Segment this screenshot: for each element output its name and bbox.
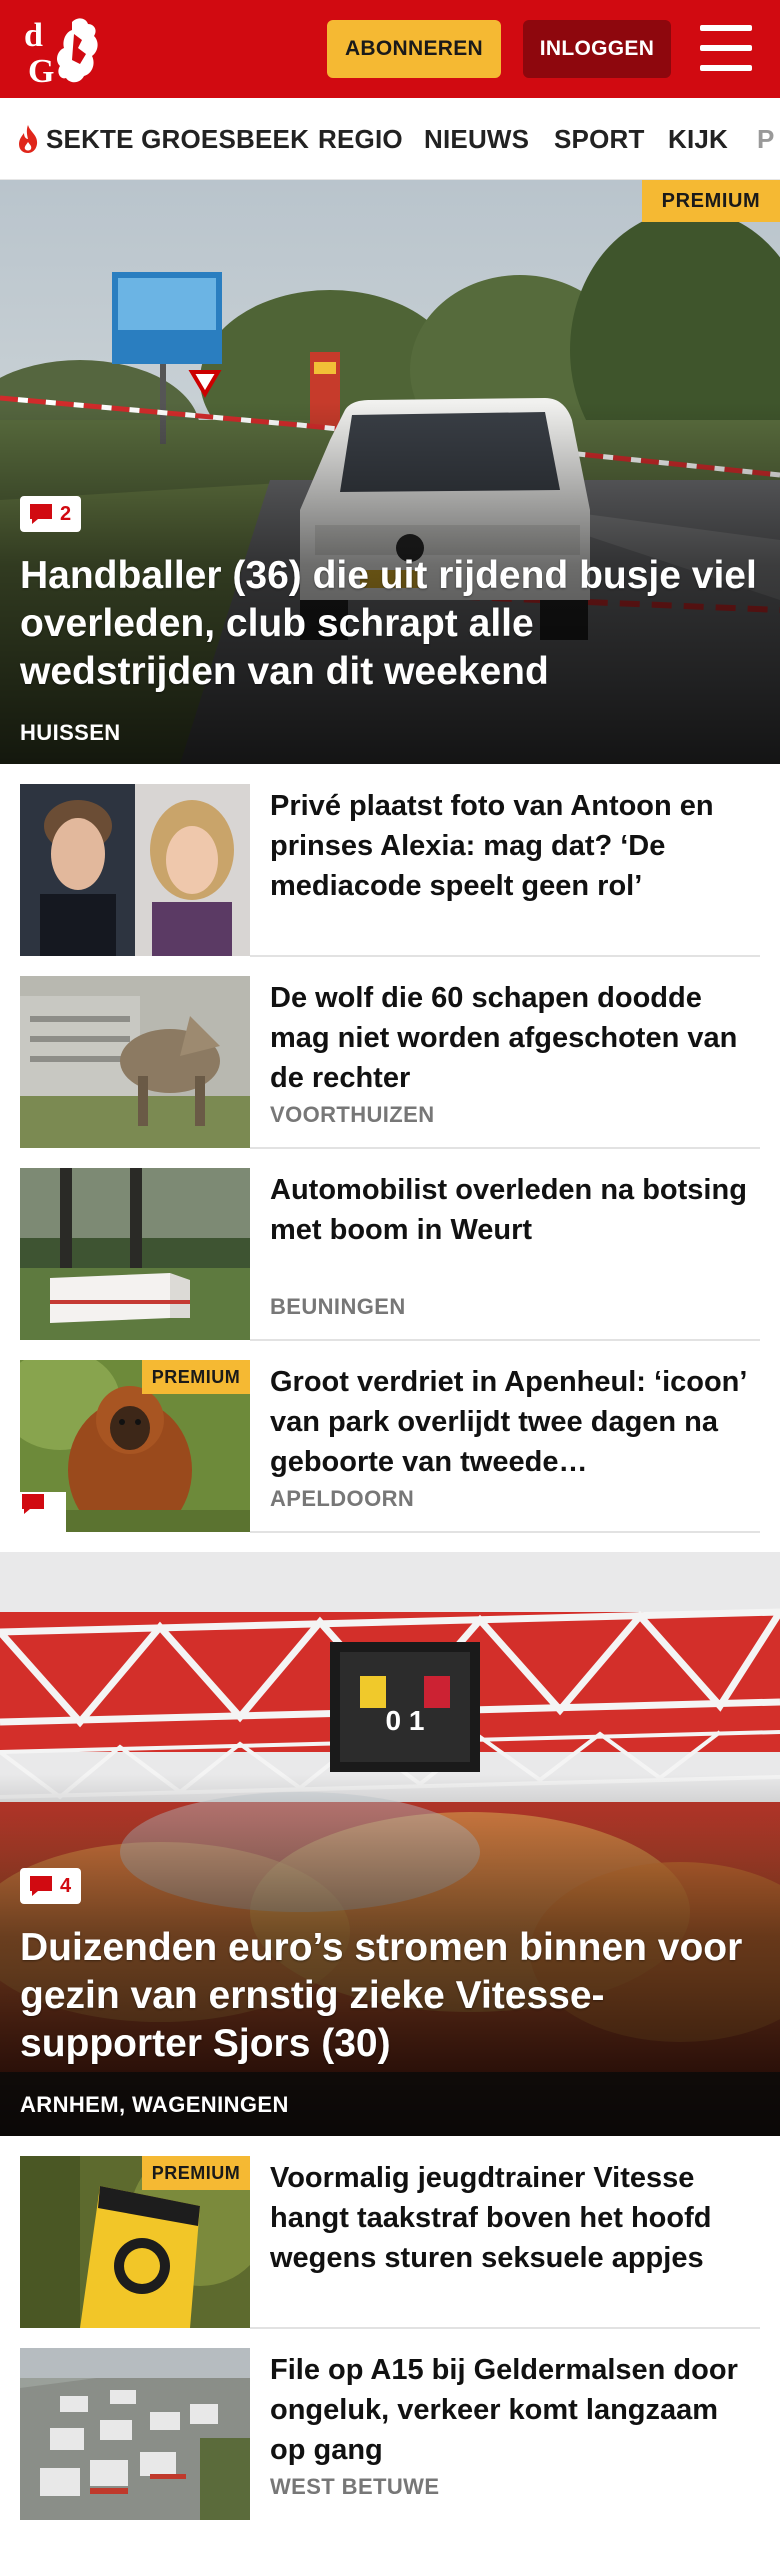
item-divider xyxy=(250,1339,760,1341)
nav-item-label: SPORT xyxy=(554,123,645,154)
comment-count-badge[interactable]: 4 xyxy=(20,1868,82,1904)
article-location: BEUNINGEN xyxy=(270,1294,406,1319)
section-nav: SEKTE GROESBEEK REGIO NIEUWS SPORT KIJK … xyxy=(0,98,780,180)
nav-item-nieuws[interactable]: NIEUWS xyxy=(424,98,530,179)
hero-article[interactable]: PREMIUM 2 Handballer (36) die uit rijden… xyxy=(0,180,780,764)
item-divider xyxy=(250,1147,760,1149)
nav-item-sekte-groesbeek[interactable]: SEKTE GROESBEEK xyxy=(16,98,310,179)
nav-item-label: NIEUWS xyxy=(424,123,530,154)
scoreboard-score: 0 1 xyxy=(386,1705,425,1736)
comment-icon xyxy=(22,1494,44,1514)
list-item[interactable]: PREMIUM Groot verdriet in Apenheul: ‘ico… xyxy=(0,1360,780,1533)
hamburger-menu-icon[interactable] xyxy=(700,25,752,71)
article-thumbnail xyxy=(20,784,250,956)
nav-item-kijk[interactable]: KIJK xyxy=(668,98,729,179)
list-item[interactable]: PREMIUM Voormalig jeugdtrainer Vitesse h… xyxy=(0,2156,780,2329)
premium-badge: PREMIUM xyxy=(142,2156,250,2190)
list-item[interactable]: Automobilist overleden na botsing met bo… xyxy=(0,1168,780,1341)
item-divider xyxy=(250,955,760,957)
comment-icon xyxy=(30,1876,52,1896)
comment-icon xyxy=(30,504,52,524)
item-divider xyxy=(250,2327,760,2329)
hero-location: ARNHEM, WAGENINGEN xyxy=(20,2092,289,2117)
article-location: WEST BETUWE xyxy=(270,2474,440,2499)
article-thumbnail: PREMIUM xyxy=(20,1360,250,1532)
nav-item-overflow[interactable]: P xyxy=(757,98,775,179)
article-thumbnail xyxy=(20,1168,250,1340)
article-thumbnail xyxy=(20,976,250,1148)
nav-item-label: P xyxy=(757,123,775,154)
nav-item-regio[interactable]: REGIO xyxy=(318,98,403,179)
comment-count-badge[interactable]: 2 xyxy=(20,496,82,532)
flame-icon xyxy=(19,125,38,153)
comment-count: 4 xyxy=(60,1874,72,1897)
article-title[interactable]: Automobilist overleden na botsing met bo… xyxy=(270,1170,760,1290)
hero-title[interactable]: Handballer (36) die uit rijdend busje vi… xyxy=(20,552,760,696)
comment-count: 2 xyxy=(60,502,72,525)
nav-item-sport[interactable]: SPORT xyxy=(554,98,645,179)
nav-item-label: SEKTE GROESBEEK xyxy=(46,123,310,154)
premium-badge: PREMIUM xyxy=(142,1360,250,1394)
svg-text:d: d xyxy=(24,17,43,54)
comment-badge[interactable] xyxy=(20,1492,66,1532)
nav-item-label: REGIO xyxy=(318,123,403,154)
item-divider xyxy=(250,1531,760,1533)
article-location: VOORTHUIZEN xyxy=(270,1102,435,1127)
article-title[interactable]: Privé plaatst foto van Antoon en prinses… xyxy=(270,786,760,906)
login-button[interactable]: INLOGGEN xyxy=(523,20,671,78)
list-item[interactable]: Privé plaatst foto van Antoon en prinses… xyxy=(0,784,780,957)
hero-location: HUISSEN xyxy=(20,720,121,745)
list-item[interactable]: File op A15 bij Geldermalsen door ongelu… xyxy=(0,2348,780,2520)
top-bar: d G ABONNEREN INLOGGEN xyxy=(0,0,780,98)
svg-text:G: G xyxy=(28,53,54,86)
list-item[interactable]: De wolf die 60 schapen doodde mag niet w… xyxy=(0,976,780,1149)
hero-article[interactable]: 0 1 4 Duizenden euro’s stromen binnen vo… xyxy=(0,1552,780,2136)
article-title[interactable]: File op A15 bij Geldermalsen door ongelu… xyxy=(270,2350,760,2470)
article-thumbnail: PREMIUM xyxy=(20,2156,250,2328)
article-title[interactable]: Groot verdriet in Apenheul: ‘icoon’ van … xyxy=(270,1362,760,1482)
site-logo[interactable]: d G xyxy=(22,14,114,86)
subscribe-button[interactable]: ABONNEREN xyxy=(327,20,501,78)
article-title[interactable]: De wolf die 60 schapen doodde mag niet w… xyxy=(270,978,760,1098)
article-location: APELDOORN xyxy=(270,1486,415,1511)
hero-title[interactable]: Duizenden euro’s stromen binnen voor gez… xyxy=(20,1924,760,2068)
premium-badge: PREMIUM xyxy=(642,180,780,222)
nav-item-label: KIJK xyxy=(668,123,729,154)
article-title[interactable]: Voormalig jeugdtrainer Vitesse hangt taa… xyxy=(270,2158,760,2278)
article-thumbnail xyxy=(20,2348,250,2520)
